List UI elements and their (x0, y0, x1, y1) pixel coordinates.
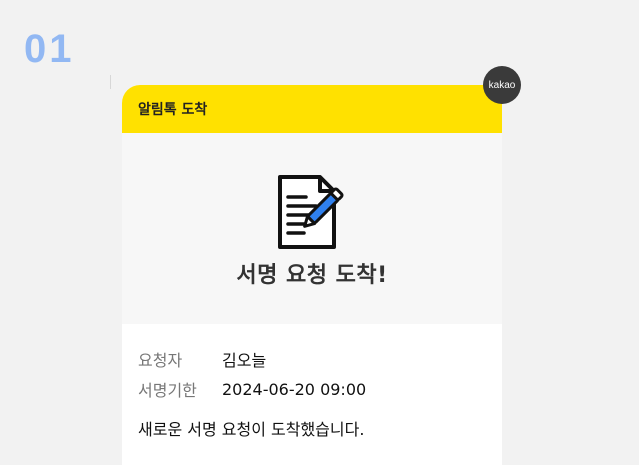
notification-message: 새로운 서명 요청이 도착했습니다. (138, 420, 365, 439)
divider-mark (110, 75, 111, 89)
deadline-row: 서명기한 2024-06-20 09:00 (138, 374, 486, 404)
kakao-label: kakao (488, 79, 516, 91)
requester-label: 요청자 (138, 351, 183, 370)
deadline-label: 서명기한 (138, 381, 197, 400)
deadline-value: 2024-06-20 09:00 (222, 379, 367, 399)
kakao-avatar: kakao (483, 66, 521, 104)
step-number: 01 (24, 27, 75, 71)
requester-row: 요청자 김오늘 (138, 344, 486, 374)
card-body: 요청자 김오늘 서명기한 2024-06-20 09:00 새로운 서명 요청이… (122, 324, 502, 440)
card-header: 알림톡 도착 (122, 85, 502, 133)
hero-section: 서명 요청 도착! (122, 133, 502, 324)
notification-card: 알림톡 도착 서명 요청 도착! 요청자 김오늘 서명기한 2024-06-20… (122, 85, 502, 465)
requester-value: 김오늘 (222, 351, 267, 370)
hero-title: 서명 요청 도착! (236, 263, 388, 288)
document-sign-icon (278, 175, 344, 249)
header-title: 알림톡 도착 (138, 102, 208, 118)
